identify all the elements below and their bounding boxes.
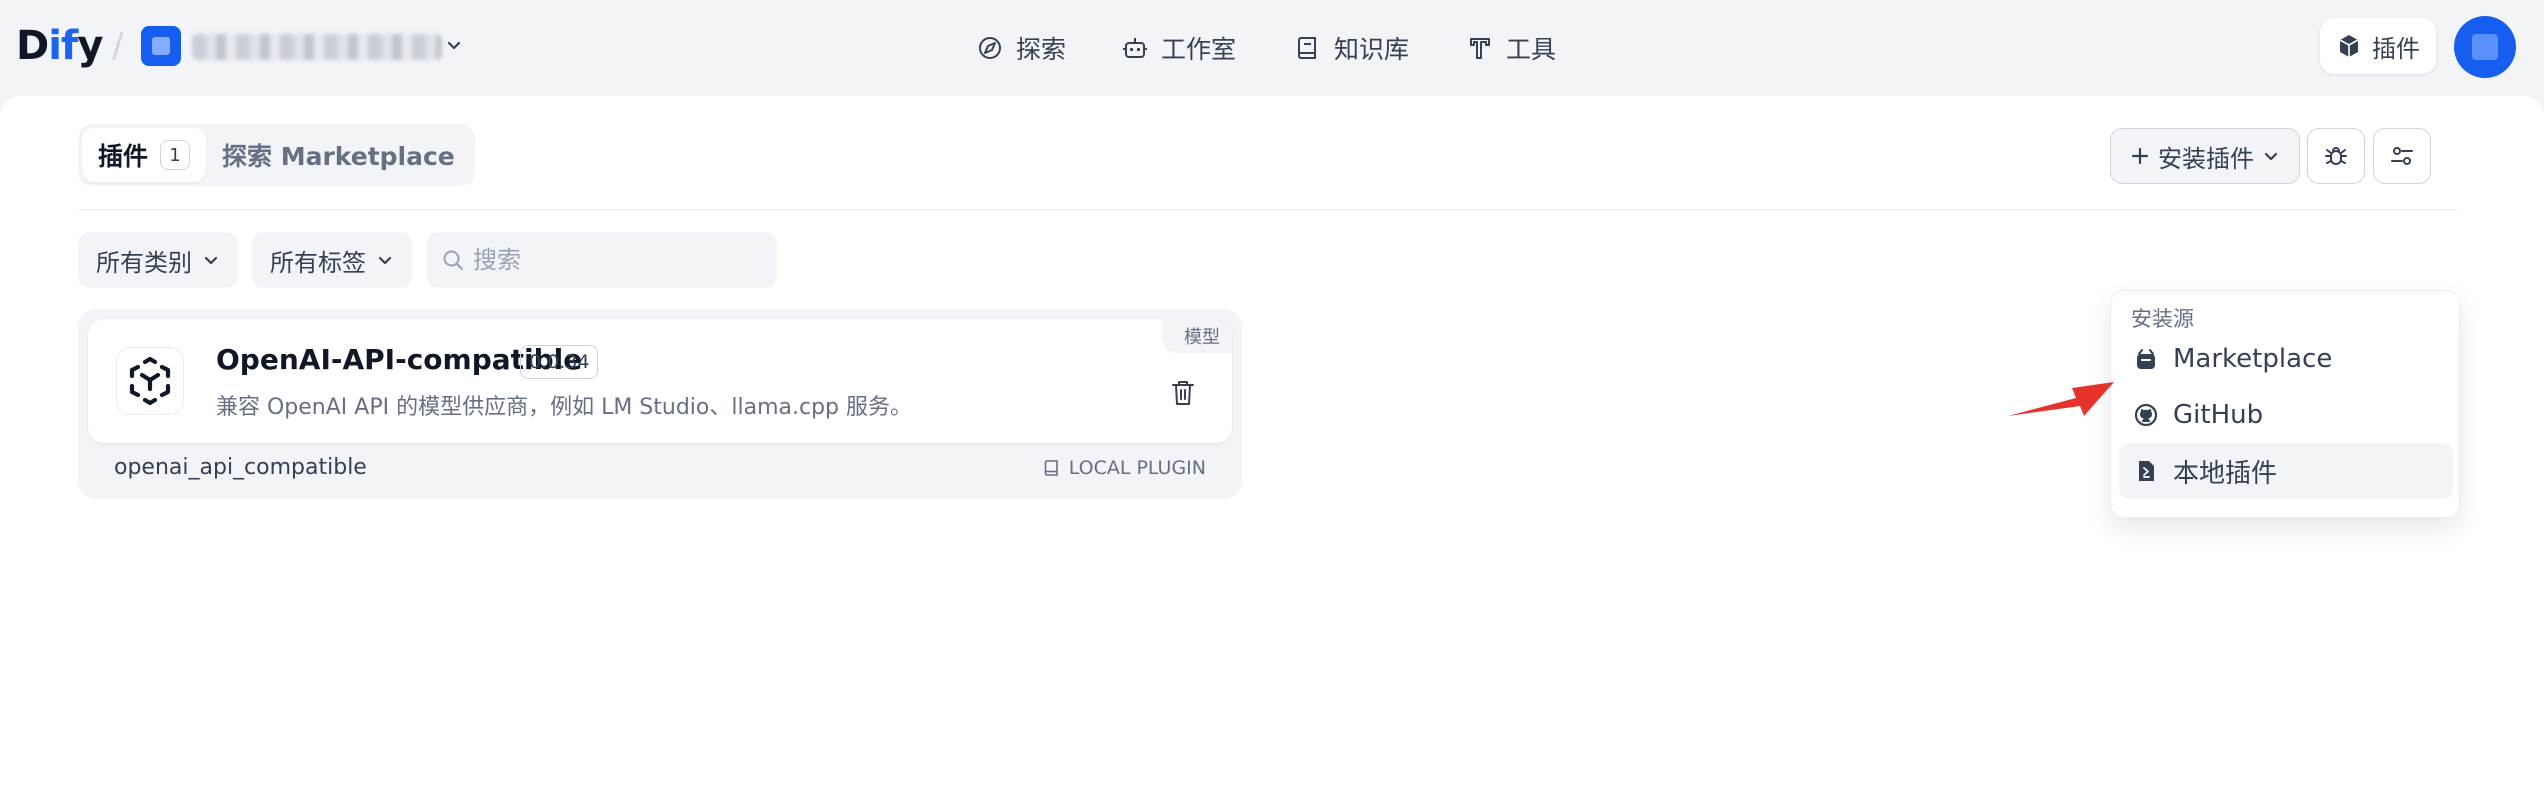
github-icon — [2134, 403, 2158, 427]
search-box[interactable] — [427, 232, 777, 288]
plugin-source: LOCAL PLUGIN — [1043, 457, 1206, 479]
nav-explore[interactable]: 探索 — [976, 24, 1066, 72]
book-icon — [1298, 37, 1316, 59]
plugin-tabs: 插件 1 探索 Marketplace — [78, 124, 475, 186]
menu-item-local-plugin[interactable]: 本地插件 — [2119, 443, 2453, 499]
cube-icon — [2339, 35, 2359, 57]
top-header: Dify / 探索 工作室 知识库 工具 插件 — [0, 0, 2544, 96]
search-input[interactable] — [473, 246, 763, 274]
nav-tools-label: 工具 — [1506, 35, 1557, 64]
nav-tools[interactable]: 工具 — [1466, 24, 1556, 72]
bug-icon — [2325, 147, 2347, 165]
local-file-icon — [2139, 461, 2154, 481]
sliders-icon — [2391, 147, 2413, 165]
version-badge: 0.0.34 — [520, 345, 599, 379]
breadcrumb-separator: / — [112, 26, 124, 66]
workspace-icon[interactable] — [141, 26, 181, 66]
nav-knowledge-label: 知识库 — [1334, 35, 1410, 64]
header-divider — [78, 209, 2458, 210]
install-source-heading: 安装源 — [2131, 307, 2194, 331]
plugin-count-badge: 1 — [160, 140, 191, 170]
header-plugins-button[interactable]: 插件 — [2320, 18, 2436, 74]
hammer-icon — [1470, 38, 1490, 59]
menu-item-marketplace[interactable]: Marketplace — [2119, 331, 2453, 387]
workspace-name-redacted[interactable] — [192, 34, 442, 60]
tags-filter[interactable]: 所有标签 — [252, 232, 412, 288]
annotation-arrow-icon — [2008, 382, 2114, 416]
chevron-down-icon[interactable] — [444, 36, 464, 56]
nav-knowledge[interactable]: 知识库 — [1294, 24, 1409, 72]
category-filter[interactable]: 所有类别 — [78, 232, 238, 288]
tab-plugins[interactable]: 插件 1 — [82, 128, 207, 182]
chevron-down-icon — [2264, 152, 2278, 161]
tags-filter-label: 所有标签 — [270, 248, 366, 277]
chevron-down-icon — [378, 256, 392, 265]
nav-explore-label: 探索 — [1016, 35, 1067, 64]
tab-marketplace-label: 探索 Marketplace — [222, 142, 455, 171]
plugin-description: 兼容 OpenAI API 的模型供应商，例如 LM Studio、llama.… — [216, 395, 913, 420]
category-badge: 模型 — [1162, 319, 1232, 353]
robot-icon — [1123, 38, 1147, 58]
install-plugin-button[interactable]: 安装插件 — [2110, 128, 2300, 184]
menu-item-marketplace-label: Marketplace — [2173, 344, 2333, 374]
nav-studio-label: 工作室 — [1161, 35, 1237, 64]
tab-plugins-label: 插件 — [98, 142, 149, 171]
user-avatar[interactable] — [2454, 16, 2516, 78]
debug-button[interactable] — [2307, 128, 2365, 184]
chevron-down-icon — [204, 256, 218, 265]
plugin-source-label: LOCAL PLUGIN — [1068, 457, 1206, 479]
menu-item-local-plugin-label: 本地插件 — [2173, 458, 2278, 489]
dify-logo[interactable]: Dify — [16, 20, 103, 72]
marketplace-icon — [2137, 349, 2155, 369]
book-icon — [1044, 460, 1058, 476]
search-icon — [443, 250, 463, 270]
plugins-page: 插件 1 探索 Marketplace 安装插件 所有类别 所有标签 模型 — [0, 96, 2544, 810]
settings-button[interactable] — [2373, 128, 2431, 184]
plus-icon — [2131, 147, 2149, 165]
install-plugin-label: 安装插件 — [2158, 144, 2254, 173]
openai-compatible-logo-icon — [116, 347, 184, 415]
header-plugins-label: 插件 — [2372, 34, 2420, 63]
plugin-id: openai_api_compatible — [114, 455, 367, 480]
tab-marketplace[interactable]: 探索 Marketplace — [206, 128, 471, 182]
compass-icon — [979, 37, 1001, 59]
menu-item-github-label: GitHub — [2173, 400, 2264, 430]
plugin-card-body[interactable]: 模型 OpenAI-API-compatible 0.0.34 兼容 OpenA… — [88, 319, 1232, 443]
menu-item-github[interactable]: GitHub — [2119, 387, 2453, 443]
category-filter-label: 所有类别 — [96, 248, 192, 277]
nav-studio[interactable]: 工作室 — [1121, 24, 1236, 72]
trash-icon[interactable] — [1170, 379, 1196, 407]
plugin-card[interactable]: 模型 OpenAI-API-compatible 0.0.34 兼容 OpenA… — [78, 309, 1242, 499]
install-source-menu: 安装源 Marketplace GitHub 本地插件 — [2110, 290, 2460, 518]
